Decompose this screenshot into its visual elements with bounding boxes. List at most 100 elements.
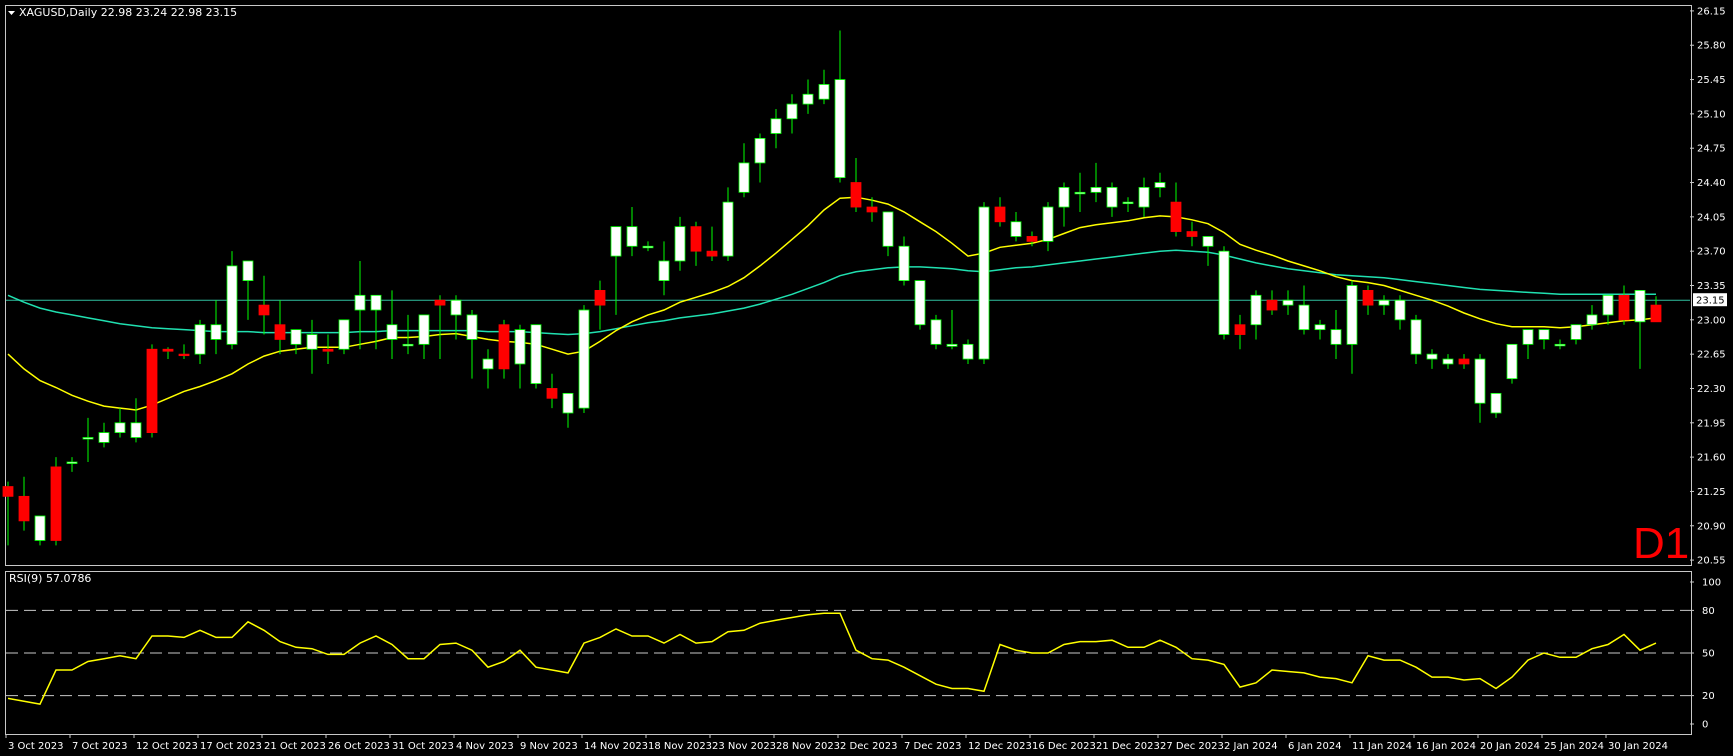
date-axis-label: 6 Jan 2024 [1288, 741, 1342, 752]
main-panel-frame [5, 5, 1692, 566]
bull-candle [1058, 187, 1070, 208]
bull-candle [210, 324, 222, 340]
bear-candle [162, 348, 174, 352]
date-axis-label: 21 Dec 2023 [1096, 741, 1160, 752]
date-axis-label: 31 Oct 2023 [392, 741, 454, 752]
date-axis-label: 3 Oct 2023 [8, 741, 63, 752]
bull-candle [834, 79, 846, 179]
bear-candle [18, 495, 30, 522]
bull-candle [82, 437, 94, 440]
bull-candle [306, 334, 318, 350]
price-axis-label: 24.05 [1697, 212, 1726, 223]
symbol-header[interactable]: XAGUSD,Daily 22.98 23.24 22.98 23.15 [8, 6, 237, 19]
price-axis-label: 23.70 [1697, 247, 1726, 258]
date-axis-label: 14 Nov 2023 [584, 741, 648, 752]
date-axis-label: 4 Nov 2023 [456, 741, 514, 752]
bear-candle [274, 324, 286, 340]
bull-candle [1442, 358, 1454, 365]
bear-candle [1362, 290, 1374, 306]
bear-candle [178, 353, 190, 357]
bull-candle [930, 319, 942, 345]
rsi-axis-label: 0 [1702, 720, 1708, 731]
bull-candle [1218, 250, 1230, 335]
price-axis-label: 26.15 [1697, 6, 1726, 17]
date-axis-label: 16 Jan 2024 [1416, 741, 1476, 752]
bull-candle [66, 461, 78, 464]
bull-candle [1522, 329, 1534, 345]
bull-candle [1090, 187, 1102, 193]
price-axis-label: 25.45 [1697, 75, 1726, 86]
bull-candle [370, 294, 382, 311]
bull-candle [1298, 304, 1310, 331]
bull-candle [802, 93, 814, 105]
date-axis-label: 7 Dec 2023 [904, 741, 962, 752]
price-axis-label: 24.40 [1697, 178, 1726, 189]
bull-candle [1106, 187, 1118, 208]
bull-candle [770, 118, 782, 134]
rsi-axis-label: 100 [1702, 578, 1721, 589]
date-axis-label: 12 Dec 2023 [968, 741, 1032, 752]
date-axis-label: 21 Oct 2023 [264, 741, 326, 752]
bear-candle [258, 304, 270, 316]
bull-candle [1202, 236, 1214, 247]
date-axis-label: 17 Oct 2023 [200, 741, 262, 752]
bull-candle [194, 324, 206, 355]
bull-candle [1586, 314, 1598, 326]
bear-candle [690, 226, 702, 252]
price-axis-label: 21.95 [1697, 418, 1726, 429]
bull-candle [482, 358, 494, 370]
bull-candle [578, 309, 590, 409]
bull-candle [1154, 182, 1166, 188]
bull-candle [466, 314, 478, 340]
bull-candle [34, 515, 46, 541]
bull-candle [562, 392, 574, 414]
rsi-line [7, 612, 1657, 705]
bear-candle [498, 324, 510, 370]
bull-candle [962, 343, 974, 360]
bull-candle [1074, 191, 1086, 195]
bear-candle [850, 182, 862, 208]
bull-candle [818, 84, 830, 100]
date-axis-label: 20 Jan 2024 [1480, 741, 1540, 752]
price-axis-label: 22.30 [1697, 384, 1726, 395]
bull-candle [1122, 201, 1134, 205]
date-axis-label: 9 Nov 2023 [520, 741, 578, 752]
date-axis-label: 23 Nov 2023 [712, 741, 776, 752]
bull-candle [1138, 187, 1150, 208]
price-axis-label: 24.75 [1697, 144, 1726, 155]
bull-candle [978, 206, 990, 360]
bear-candle [2, 486, 14, 497]
bull-candle [1506, 343, 1518, 380]
bull-candle [1634, 290, 1646, 323]
bull-candle [1554, 343, 1566, 347]
timeframe-badge: D1 [1633, 519, 1689, 568]
date-axis-label: 26 Oct 2023 [328, 741, 390, 752]
bull-candle [1538, 329, 1550, 340]
bear-candle [866, 206, 878, 213]
bull-candle [946, 343, 958, 347]
bull-candle [1250, 294, 1262, 326]
price-axis-label: 25.10 [1697, 109, 1726, 120]
bull-candle [1330, 329, 1342, 345]
date-axis-label: 18 Nov 2023 [648, 741, 712, 752]
price-axis-label: 23.00 [1697, 315, 1726, 326]
bull-candle [1570, 324, 1582, 340]
bear-candle [1618, 294, 1630, 321]
bull-candle [402, 343, 414, 347]
bear-candle [1234, 324, 1246, 335]
bull-candle [1346, 285, 1358, 345]
bear-candle [546, 388, 558, 399]
bull-candle [738, 162, 750, 193]
bull-candle [226, 265, 238, 345]
price-chart-area[interactable] [2, 30, 1690, 546]
bull-candle [1042, 206, 1054, 242]
bear-candle [434, 299, 446, 306]
bull-candle [418, 314, 430, 345]
rsi-chart-area[interactable] [6, 609, 1690, 705]
bear-candle [1458, 358, 1470, 365]
bull-candle [658, 260, 670, 281]
bull-candle [1602, 294, 1614, 316]
bear-candle [1026, 236, 1038, 242]
collapse-triangle-icon[interactable] [8, 11, 15, 15]
bull-candle [898, 245, 910, 281]
